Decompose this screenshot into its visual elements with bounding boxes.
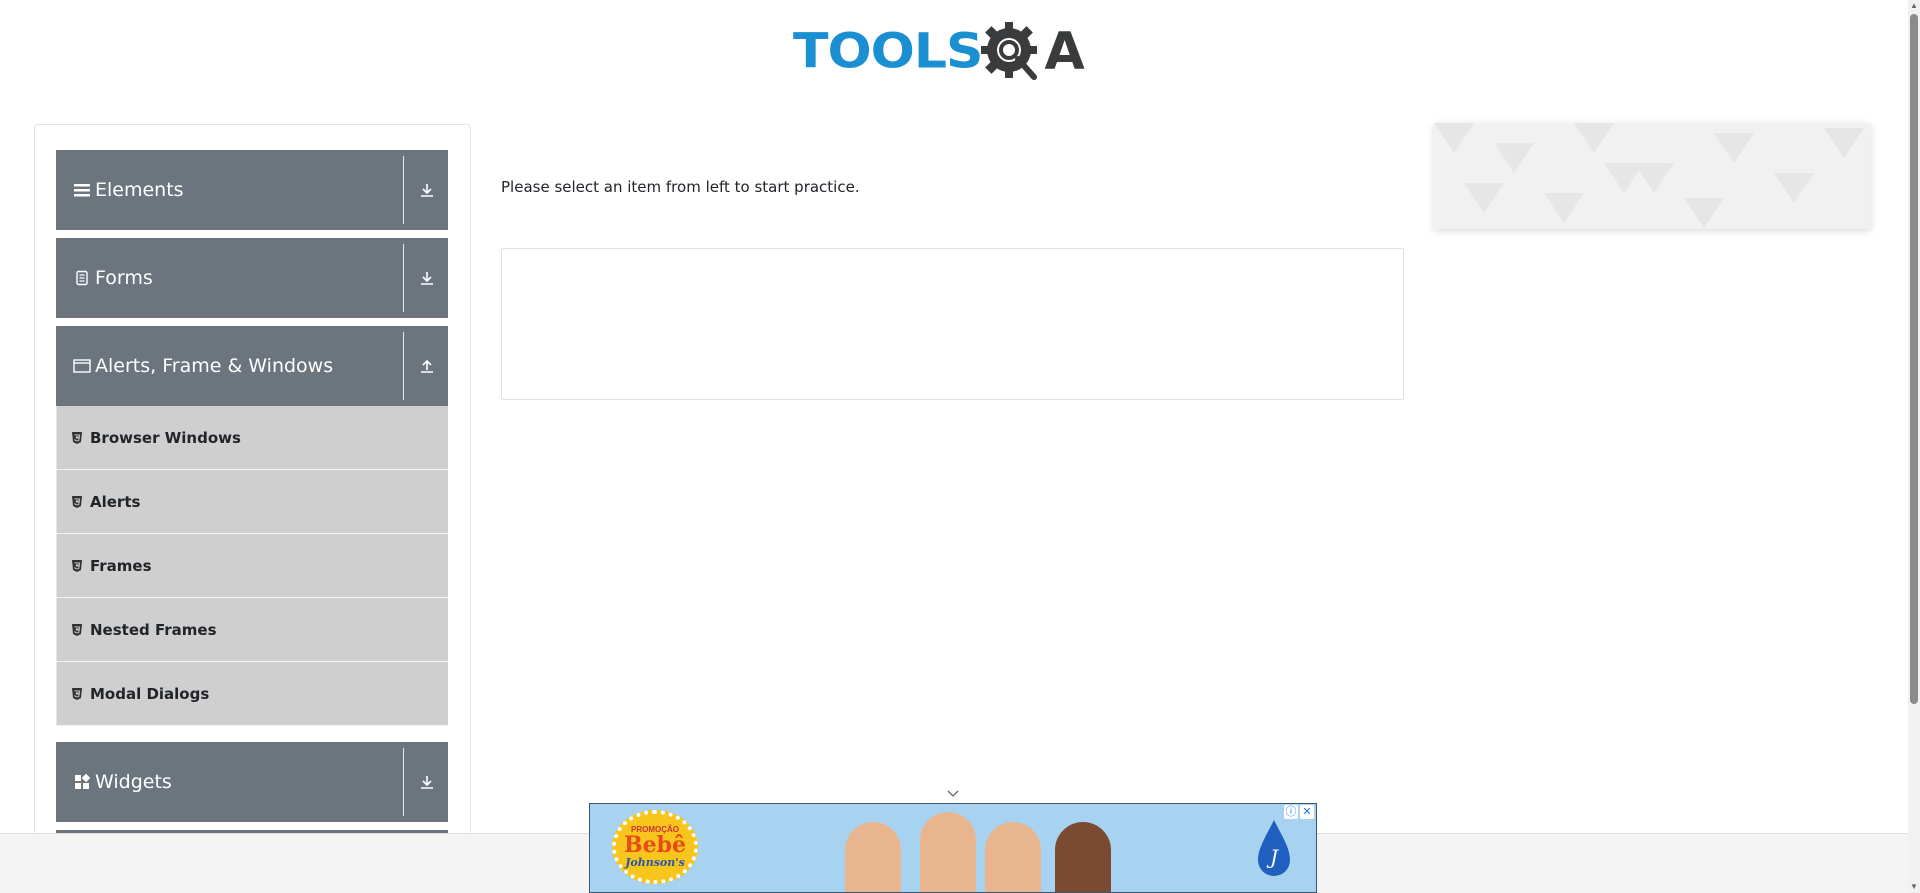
group-header-forms[interactable]: Forms	[56, 238, 448, 318]
collapse-upload-icon[interactable]	[415, 354, 439, 378]
group-elements: Elements	[56, 150, 448, 230]
menu-item-label: Modal Dialogs	[90, 684, 210, 703]
ad-info-icon[interactable]: ⓘ	[1284, 805, 1298, 819]
ad-image-baby	[845, 822, 901, 892]
menu-item-modal-dialogs[interactable]: Modal Dialogs	[56, 662, 448, 726]
divider	[403, 332, 404, 400]
promo-badge: PROMOÇÃO Bebê Johnson's	[612, 810, 698, 884]
menu-item-label: Nested Frames	[90, 620, 217, 639]
alerts-frame-windows-menu: Browser Windows Alerts Frames Nested Fra…	[56, 406, 448, 726]
expand-download-icon[interactable]	[415, 266, 439, 290]
ad-controls: ⓘ ✕	[1284, 805, 1314, 821]
group-header-alerts-frame-windows[interactable]: Alerts, Frame & Windows	[56, 326, 448, 406]
promo-badge-line2: Bebê	[624, 832, 686, 858]
scroll-down-arrow-icon[interactable]: ▼	[1910, 883, 1918, 891]
ad-image-baby	[1055, 822, 1111, 892]
divider	[403, 244, 404, 312]
ad-image-baby	[920, 812, 976, 892]
grid-icon	[73, 773, 91, 791]
triangle-pattern	[1434, 123, 1864, 228]
html5-icon	[71, 495, 83, 508]
toolsqa-logo[interactable]: TOOLS A	[793, 14, 1085, 90]
johnsons-drop-icon: J	[1258, 820, 1290, 876]
scrollbar-thumb[interactable]	[1910, 14, 1918, 704]
chevron-down-icon[interactable]	[946, 788, 960, 800]
right-ad-banner[interactable]	[1434, 123, 1871, 229]
menu-item-browser-windows[interactable]: Browser Windows	[56, 406, 448, 470]
gear-magnifier-icon	[981, 22, 1038, 80]
left-panel-accordion: Elements Forms Alerts, Frame & Windows B…	[34, 124, 471, 844]
html5-icon	[71, 559, 83, 572]
group-title: Elements	[95, 179, 184, 201]
form-icon	[73, 269, 91, 287]
group-widgets: Widgets	[56, 742, 448, 822]
html5-icon	[71, 623, 83, 636]
divider	[403, 748, 404, 816]
logo-text-a: A	[1044, 22, 1085, 82]
menu-item-alerts[interactable]: Alerts	[56, 470, 448, 534]
content-placeholder-box	[501, 248, 1404, 400]
group-forms: Forms	[56, 238, 448, 318]
group-title: Widgets	[95, 771, 172, 793]
expand-download-icon[interactable]	[415, 178, 439, 202]
expand-download-icon[interactable]	[415, 770, 439, 794]
divider	[403, 156, 404, 224]
group-title: Forms	[95, 267, 153, 289]
group-header-elements[interactable]: Elements	[56, 150, 448, 230]
bottom-ad-banner[interactable]: PROMOÇÃO Bebê Johnson's J ⓘ ✕	[589, 803, 1317, 893]
group-title: Alerts, Frame & Windows	[95, 355, 334, 377]
menu-item-frames[interactable]: Frames	[56, 534, 448, 598]
practice-instruction: Please select an item from left to start…	[501, 178, 860, 196]
close-icon[interactable]: ✕	[1300, 805, 1314, 819]
menu-item-nested-frames[interactable]: Nested Frames	[56, 598, 448, 662]
page-scrollbar[interactable]: ▲ ▼	[1908, 0, 1920, 893]
html5-icon	[71, 687, 83, 700]
ad-image-baby	[985, 822, 1041, 892]
menu-item-label: Alerts	[90, 492, 141, 511]
group-header-widgets[interactable]: Widgets	[56, 742, 448, 822]
menu-item-label: Frames	[90, 556, 152, 575]
scroll-up-arrow-icon[interactable]: ▲	[1910, 2, 1918, 10]
promo-badge-line3: Johnson's	[625, 856, 685, 869]
menu-item-label: Browser Windows	[90, 428, 241, 447]
hamburger-icon	[73, 181, 91, 199]
window-icon	[73, 357, 91, 375]
html5-icon	[71, 431, 83, 444]
logo-text-tools: TOOLS	[793, 24, 983, 80]
group-alerts-frame-windows: Alerts, Frame & Windows Browser Windows …	[56, 326, 448, 726]
